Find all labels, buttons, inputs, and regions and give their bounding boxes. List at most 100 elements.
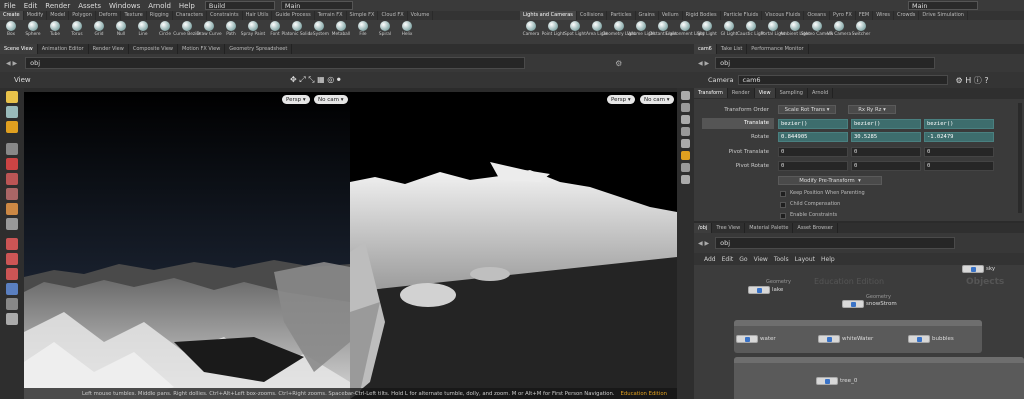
shelf-tab-rigging[interactable]: Rigging — [147, 11, 173, 20]
tool-file[interactable]: File — [352, 21, 374, 37]
tool-metaball[interactable]: Metaball — [330, 21, 352, 37]
shelf-tab-modify[interactable]: Modify — [24, 11, 48, 20]
tab-tree-view[interactable]: Tree View — [712, 223, 746, 233]
transform-order-menu[interactable]: Scale Rot Trans ▾ — [778, 105, 836, 114]
translate-z[interactable]: bezier() — [924, 119, 994, 129]
translate-x[interactable]: bezier() — [778, 119, 848, 129]
net-menu-tools[interactable]: Tools — [774, 256, 789, 263]
tool-null[interactable]: Null — [110, 21, 132, 37]
pane-tab-render-view[interactable]: Render View — [89, 44, 129, 54]
tool-sky-light[interactable]: Sky Light — [696, 21, 718, 37]
shelf-tab-wires[interactable]: Wires — [873, 11, 895, 20]
tab-arnold[interactable]: Arnold — [808, 88, 834, 98]
tool-tube[interactable]: Tube — [44, 21, 66, 37]
pivot-translate-z[interactable]: 0 — [924, 147, 994, 157]
tab-obj[interactable]: /obj — [694, 223, 713, 233]
desktop-dropdown[interactable]: Build — [204, 1, 275, 10]
right-cam-menu[interactable]: No cam ▾ — [640, 95, 674, 104]
net-menu-go[interactable]: Go — [739, 256, 747, 263]
cycle-icon[interactable] — [6, 283, 18, 295]
tab-sampling[interactable]: Sampling — [776, 88, 808, 98]
net-menu-view[interactable]: View — [754, 256, 768, 263]
net-menu-add[interactable]: Add — [704, 256, 716, 263]
tool-draw-curve[interactable]: Draw Curve — [196, 21, 222, 37]
ghost-icon[interactable] — [681, 127, 690, 136]
tool-curve-bezier[interactable]: Curve Bezier — [173, 21, 201, 37]
pane-tab-composite-view[interactable]: Composite View — [129, 44, 178, 54]
shading-icon[interactable] — [681, 115, 690, 124]
menu-render[interactable]: Render — [45, 2, 70, 10]
pivot-translate-x[interactable]: 0 — [778, 147, 848, 157]
shelf-tab-cloud-fx[interactable]: Cloud FX — [378, 11, 408, 20]
light-icon[interactable] — [681, 151, 690, 160]
shelf-tab-rigid-bodies[interactable]: Rigid Bodies — [683, 11, 721, 20]
right-persp-menu[interactable]: Persp ▾ — [607, 95, 635, 104]
menu-help[interactable]: Help — [179, 2, 195, 10]
pose-tool-icon[interactable] — [6, 173, 18, 185]
display-opt-icon[interactable] — [681, 91, 690, 100]
render-icon[interactable] — [6, 298, 18, 310]
menu-assets[interactable]: Assets — [78, 2, 101, 10]
view-tools-icons[interactable]: ✥ ⤢ ⤡ ▦ ◎ ⏺ — [290, 75, 341, 85]
tool-torus[interactable]: Torus — [66, 21, 88, 37]
param-nav-icon[interactable]: ◀ ▶ — [698, 60, 709, 67]
tool-helix[interactable]: Helix — [396, 21, 418, 37]
shelf-tab-oceans[interactable]: Oceans — [804, 11, 830, 20]
rotate-x[interactable]: 0.844905 — [778, 132, 848, 142]
tool-camera[interactable]: Camera — [520, 21, 542, 37]
menu-file[interactable]: File — [4, 2, 16, 10]
tool-platonic-solids[interactable]: Platonic Solids — [281, 21, 313, 37]
keep-position-checkbox[interactable] — [780, 191, 786, 197]
network-canvas[interactable]: Education Edition Objects sky Geometry l… — [694, 265, 1024, 399]
rig-tool-icon[interactable] — [6, 203, 18, 215]
tab-view[interactable]: View — [754, 88, 776, 98]
rotation-order-menu[interactable]: Rx Ry Rz ▾ — [848, 105, 896, 114]
viewport-path[interactable]: obj — [25, 57, 526, 69]
shelf-tab-polygon[interactable]: Polygon — [69, 11, 96, 20]
object-level-dropdown[interactable]: Main — [280, 1, 353, 10]
pane-tab-geometry-spreadsheet[interactable]: Geometry Spreadsheet — [225, 44, 293, 54]
shelf-tab-constraints[interactable]: Constraints — [207, 11, 243, 20]
snap-grid-icon[interactable] — [6, 268, 18, 280]
tool-grid[interactable]: Grid — [88, 21, 110, 37]
node-lake[interactable]: lake — [748, 286, 783, 294]
pane-tab-scene-view[interactable]: Scene View — [0, 44, 38, 54]
param-path[interactable]: obj — [715, 57, 936, 69]
network-path[interactable]: obj — [715, 237, 956, 249]
grid-icon[interactable] — [681, 175, 690, 184]
pane-tab-take-list[interactable]: Take List — [717, 44, 748, 54]
pane-tab-performance-monitor[interactable]: Performance Monitor — [747, 44, 809, 54]
shelf-tab-grains[interactable]: Grains — [636, 11, 659, 20]
tool-spiral[interactable]: Spiral — [374, 21, 396, 37]
node-tree[interactable]: tree_0 — [816, 377, 857, 385]
tool-stereo-camera[interactable]: Stereo Camera — [801, 21, 833, 37]
view-tool-icon[interactable] — [6, 218, 18, 230]
shelf-tab-crowds[interactable]: Crowds — [894, 11, 920, 20]
tab-material-palette[interactable]: Material Palette — [745, 223, 794, 233]
net-menu-help[interactable]: Help — [821, 256, 835, 263]
tool-environment-light[interactable]: Environment Light — [665, 21, 705, 37]
translate-y[interactable]: bezier() — [851, 119, 921, 129]
shelf-tab-particles[interactable]: Particles — [607, 11, 636, 20]
net-menu-edit[interactable]: Edit — [722, 256, 734, 263]
param-scrollbar[interactable] — [1018, 103, 1022, 213]
magnet-icon[interactable] — [6, 238, 18, 250]
back-icon[interactable]: ◀ ▶ — [6, 60, 17, 67]
display-icon[interactable] — [6, 313, 18, 325]
node-sky[interactable]: sky — [962, 265, 995, 273]
lighting-icon[interactable] — [681, 103, 690, 112]
node-water[interactable]: water — [736, 335, 776, 343]
tool-vr-camera[interactable]: VR Camera — [827, 21, 851, 37]
tool-caustic-light[interactable]: Caustic Light — [737, 21, 765, 37]
enable-constraints-checkbox[interactable] — [780, 213, 786, 219]
lock-icon[interactable] — [6, 158, 18, 170]
shelf-tab-create[interactable]: Create — [0, 11, 24, 20]
handle-tool-icon[interactable] — [6, 143, 18, 155]
tab-asset-browser[interactable]: Asset Browser — [793, 223, 838, 233]
tab-transform[interactable]: Transform — [694, 88, 728, 98]
pivot-rotate-x[interactable]: 0 — [778, 161, 848, 171]
param-header-icons[interactable]: ⚙ H ⓘ ? — [956, 75, 989, 86]
shelf-tab-simple-fx[interactable]: Simple FX — [347, 11, 379, 20]
pivot-rotate-z[interactable]: 0 — [924, 161, 994, 171]
tool-spot-light[interactable]: Spot Light — [564, 21, 586, 37]
